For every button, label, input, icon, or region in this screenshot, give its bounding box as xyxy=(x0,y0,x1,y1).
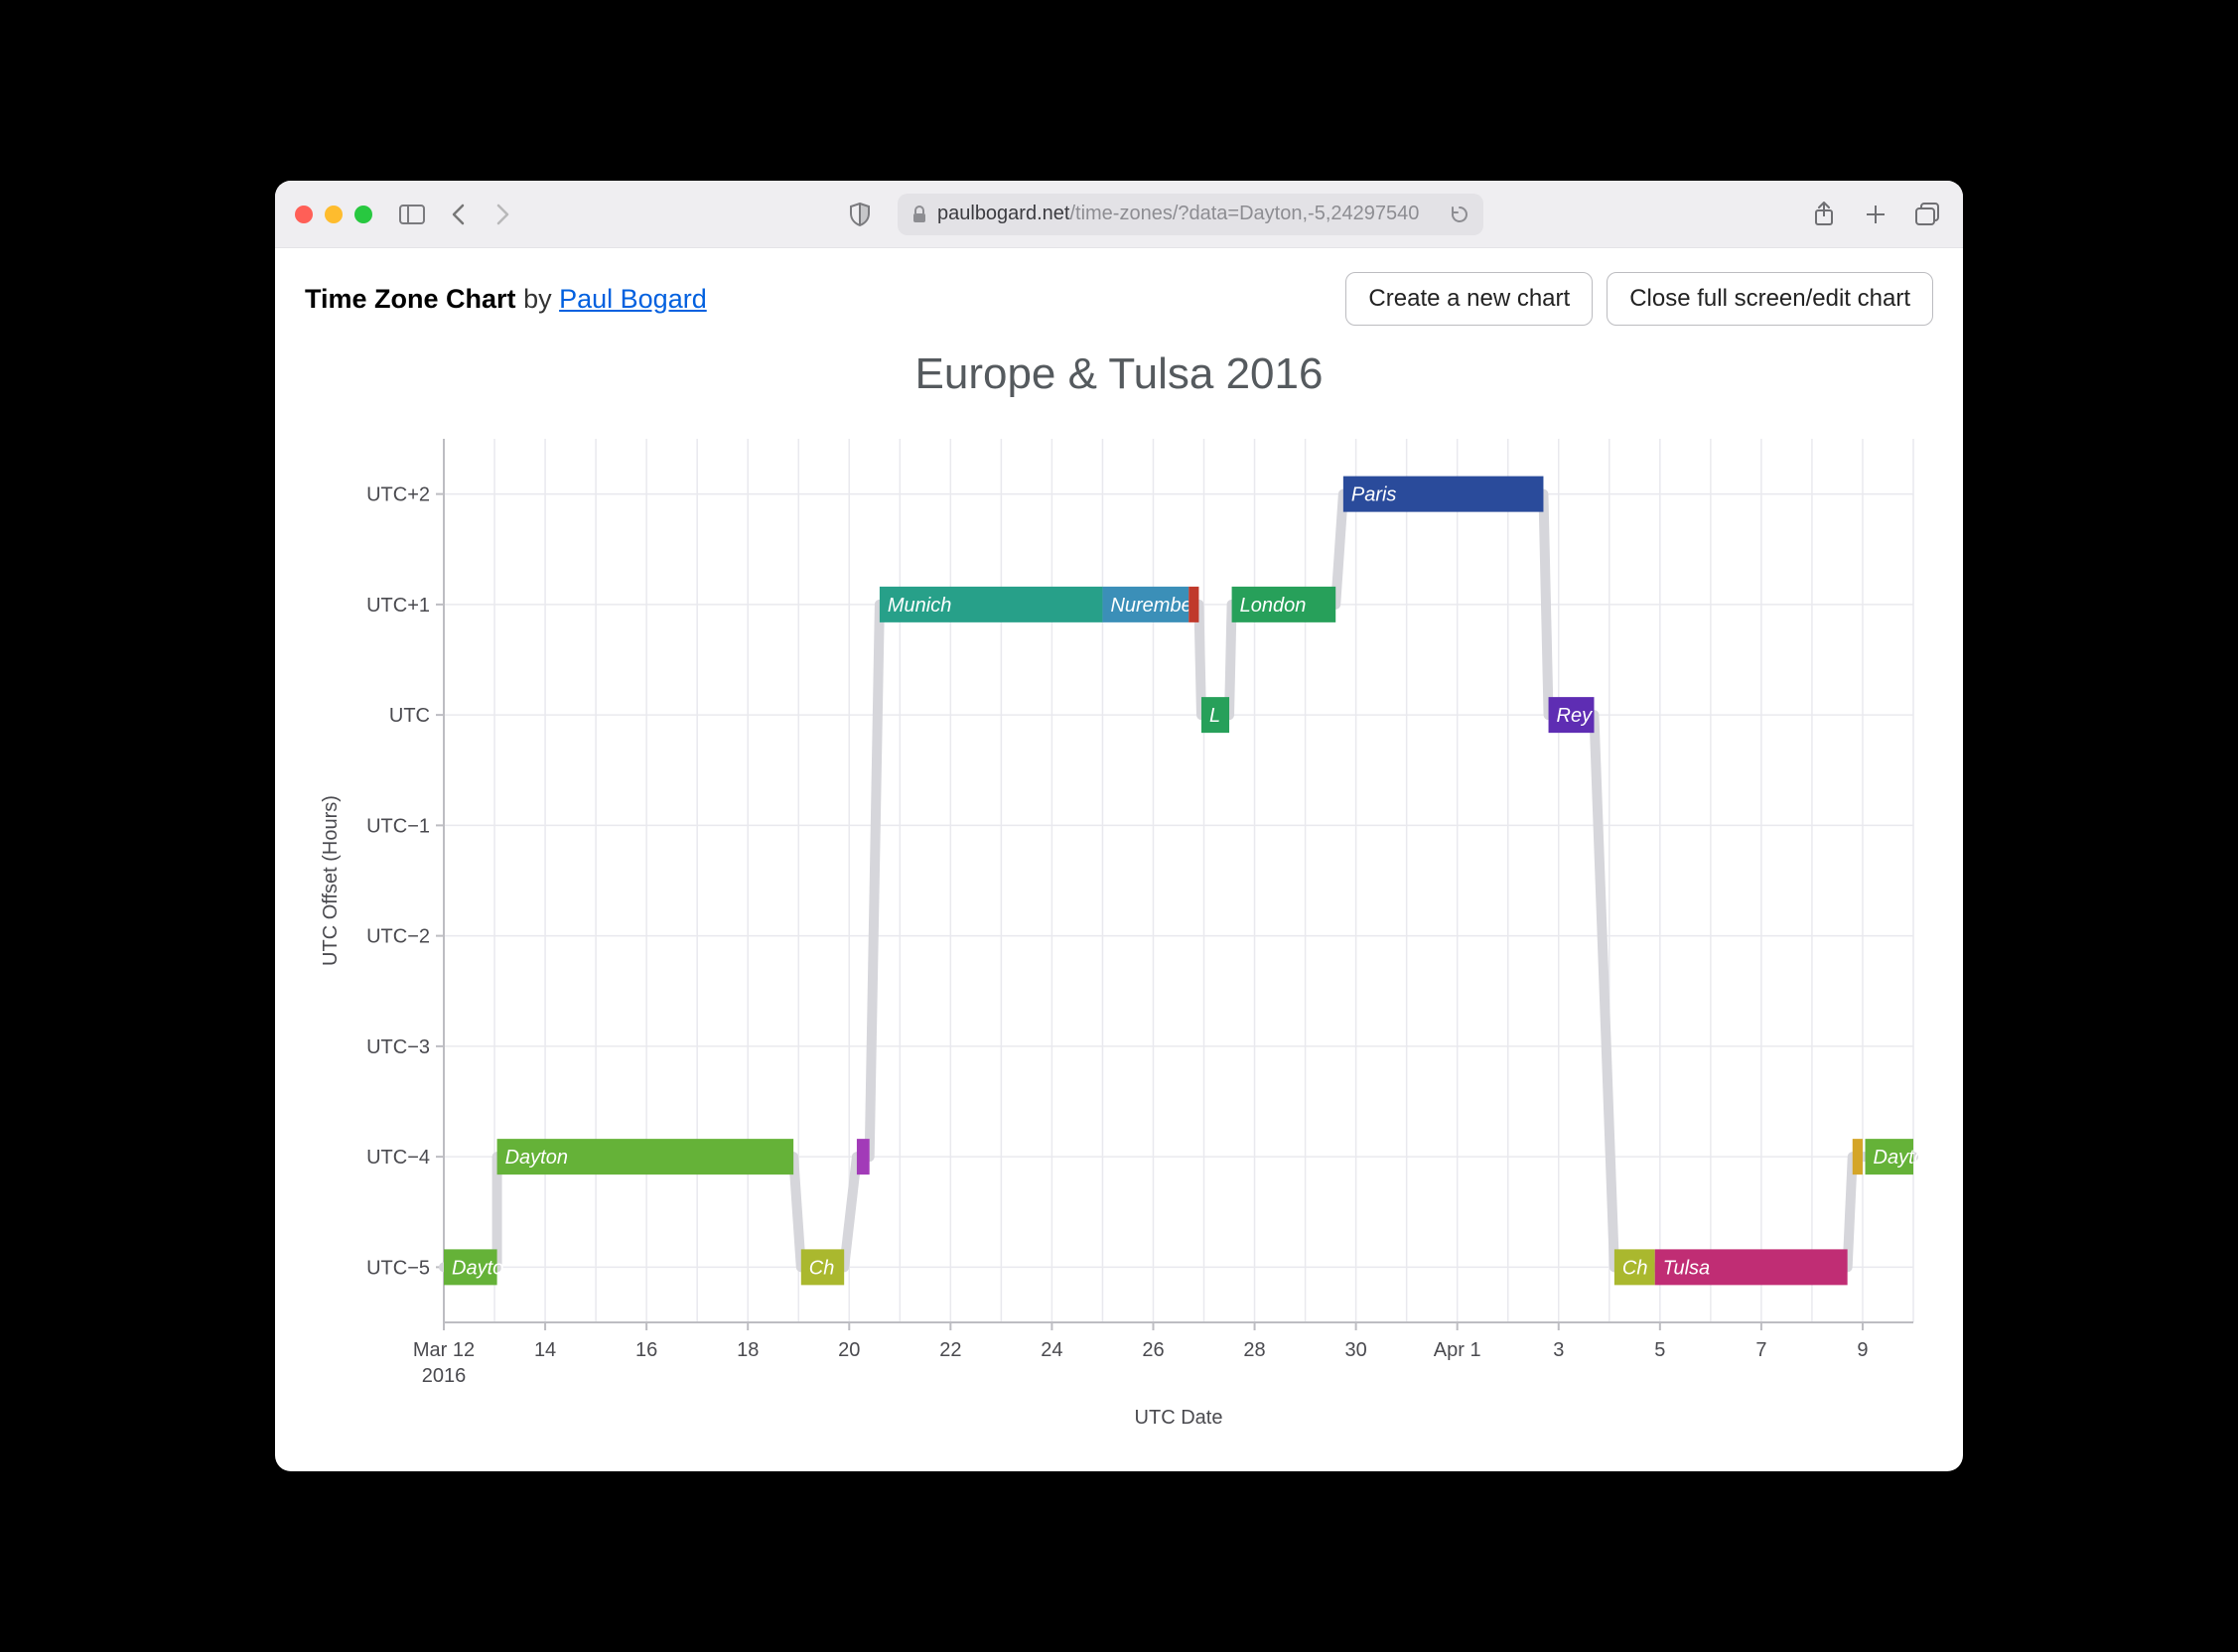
svg-text:22: 22 xyxy=(939,1339,961,1361)
page-actions: Create a new chart Close full screen/edi… xyxy=(1345,272,1933,326)
svg-text:UTC+2: UTC+2 xyxy=(366,484,430,506)
timezone-chart[interactable]: UTC+2 UTC+1 UTC UTC−1 UTC−2 UTC−3 UTC−4 UTC−5 UT… xyxy=(305,409,1933,1451)
maximize-window-icon[interactable] xyxy=(354,206,372,223)
chart-bar-label: Rey xyxy=(1557,705,1594,727)
minimize-window-icon[interactable] xyxy=(325,206,343,223)
chart-bar-label: Dayto xyxy=(1874,1147,1925,1169)
reload-icon[interactable] xyxy=(1450,205,1469,224)
forward-icon[interactable] xyxy=(488,201,519,228)
svg-text:UTC+1: UTC+1 xyxy=(366,595,430,617)
svg-text:2016: 2016 xyxy=(422,1365,467,1387)
page-header: Time Zone Chart by Paul Bogard Create a … xyxy=(305,272,1933,326)
chart-bar[interactable] xyxy=(1189,587,1198,622)
svg-text:20: 20 xyxy=(838,1339,860,1361)
sidebar-toggle-icon[interactable] xyxy=(396,201,428,228)
svg-text:14: 14 xyxy=(534,1339,556,1361)
svg-text:26: 26 xyxy=(1142,1339,1164,1361)
new-chart-button[interactable]: Create a new chart xyxy=(1345,272,1593,326)
svg-text:9: 9 xyxy=(1857,1339,1868,1361)
address-bar[interactable]: paulbogard.net/time-zones/?data=Dayton,-… xyxy=(898,194,1483,235)
svg-text:UTC−1: UTC−1 xyxy=(366,815,430,837)
svg-text:UTC−2: UTC−2 xyxy=(366,926,430,948)
chart-bar[interactable] xyxy=(857,1139,870,1174)
shield-icon[interactable] xyxy=(844,201,876,228)
chart-bar-label: Tulsa xyxy=(1663,1257,1710,1279)
chart-bar-label: Ch xyxy=(1622,1257,1648,1279)
chart-bar-label: L xyxy=(1209,705,1220,727)
svg-text:18: 18 xyxy=(737,1339,759,1361)
tabs-icon[interactable] xyxy=(1911,201,1943,228)
svg-text:28: 28 xyxy=(1243,1339,1265,1361)
svg-text:UTC Offset (Hours): UTC Offset (Hours) xyxy=(320,795,342,966)
svg-text:UTC: UTC xyxy=(389,705,430,727)
svg-text:Mar 12: Mar 12 xyxy=(413,1339,475,1361)
svg-text:5: 5 xyxy=(1654,1339,1665,1361)
chart-bar[interactable] xyxy=(1853,1139,1863,1174)
svg-text:UTC−3: UTC−3 xyxy=(366,1036,430,1058)
new-tab-icon[interactable] xyxy=(1860,201,1891,228)
back-icon[interactable] xyxy=(442,201,474,228)
chart-bar-label: Nurembe xyxy=(1110,595,1191,617)
chrome-right-actions xyxy=(1808,201,1943,228)
svg-text:7: 7 xyxy=(1755,1339,1766,1361)
chart-title: Europe & Tulsa 2016 xyxy=(305,349,1933,399)
svg-text:30: 30 xyxy=(1344,1339,1366,1361)
chart-container: Europe & Tulsa 2016 UTC+2UTC+1UTCUTC−1UT… xyxy=(305,326,1933,1451)
close-window-icon[interactable] xyxy=(295,206,313,223)
url-text: paulbogard.net/time-zones/?data=Dayton,-… xyxy=(937,203,1440,225)
author-link[interactable]: Paul Bogard xyxy=(559,284,707,314)
svg-text:UTC−4: UTC−4 xyxy=(366,1147,430,1169)
chart-bar-label: Munich xyxy=(888,595,951,617)
page-content: Time Zone Chart by Paul Bogard Create a … xyxy=(275,248,1963,1471)
svg-text:Apr 1: Apr 1 xyxy=(1434,1339,1481,1361)
browser-window: paulbogard.net/time-zones/?data=Dayton,-… xyxy=(275,181,1963,1471)
share-icon[interactable] xyxy=(1808,201,1840,228)
lock-icon xyxy=(911,206,927,223)
svg-text:UTC Date: UTC Date xyxy=(1135,1407,1223,1429)
svg-text:16: 16 xyxy=(635,1339,657,1361)
chart-bar-label: Paris xyxy=(1351,484,1397,506)
svg-text:UTC−5: UTC−5 xyxy=(366,1257,430,1279)
svg-text:3: 3 xyxy=(1553,1339,1564,1361)
page-title: Time Zone Chart by Paul Bogard xyxy=(305,284,707,315)
close-fullscreen-button[interactable]: Close full screen/edit chart xyxy=(1607,272,1933,326)
chart-bar-label: Ch xyxy=(809,1257,835,1279)
svg-text:24: 24 xyxy=(1041,1339,1062,1361)
chart-bar-label: Dayton xyxy=(505,1147,568,1169)
chart-bar-label: Dayto xyxy=(452,1257,503,1279)
chart-bar-label: London xyxy=(1240,595,1307,617)
browser-chrome: paulbogard.net/time-zones/?data=Dayton,-… xyxy=(275,181,1963,248)
window-controls xyxy=(295,206,372,223)
